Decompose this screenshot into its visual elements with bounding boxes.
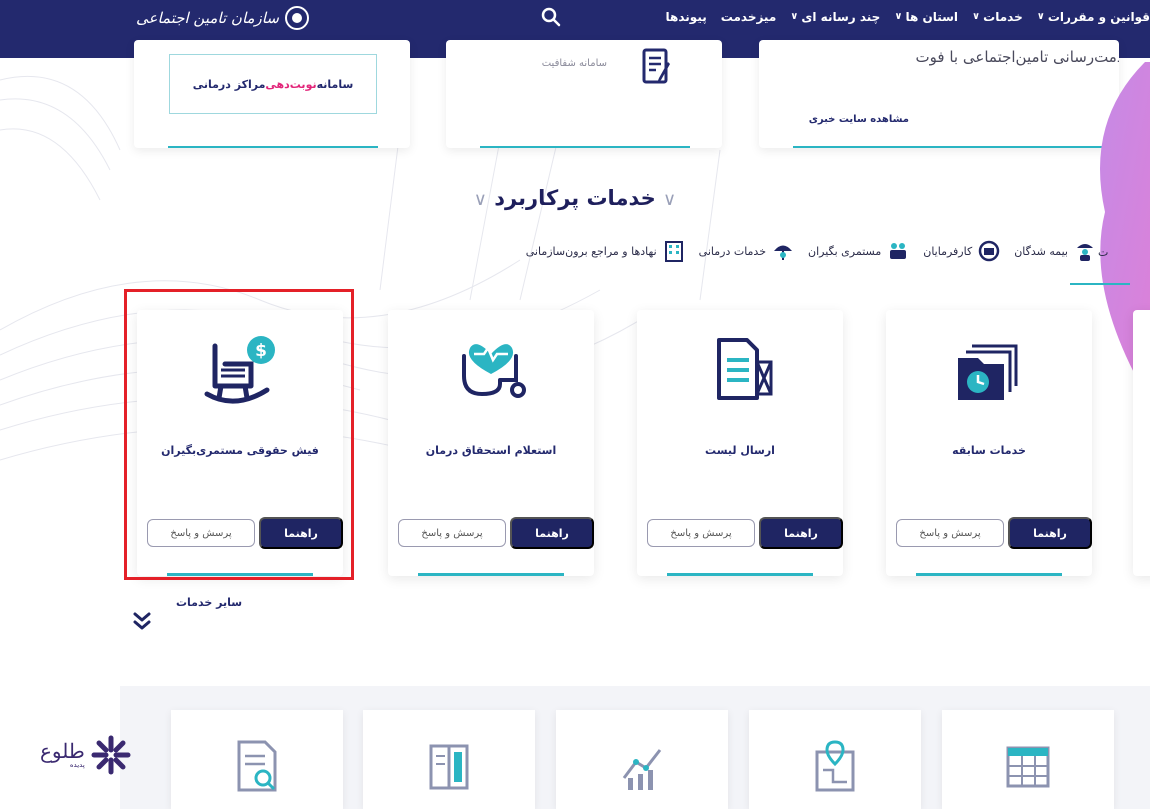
watermark-text: طلوع <box>40 739 85 763</box>
transparency-card[interactable]: سامانه شفافیت <box>446 40 722 148</box>
guide-button[interactable]: راهنما <box>759 517 843 549</box>
document-envelope-icon <box>717 338 773 400</box>
guide-button[interactable]: راهنما <box>1008 517 1092 549</box>
section-title: ∨ خدمات پرکاربرد ∨ <box>473 186 677 210</box>
bottom-card-book[interactable] <box>363 710 535 809</box>
site-logo[interactable]: سازمان تامین اجتماعی <box>136 6 309 30</box>
faq-button[interactable]: پرسش و پاسخ <box>398 519 506 547</box>
card-underline <box>168 146 378 148</box>
transparency-label: سامانه شفافیت <box>541 58 607 69</box>
tab-insured[interactable]: بیمه شدگان <box>1014 240 1096 262</box>
document-search-icon <box>237 740 277 792</box>
bottom-card-map[interactable] <box>749 710 921 809</box>
chevron-down-icon: ∨ <box>790 10 799 22</box>
chevron-down-icon: ∨ <box>473 189 487 210</box>
service-card-partial[interactable] <box>1133 310 1150 576</box>
menu-item-service-desk[interactable]: میزخدمت <box>721 10 777 24</box>
highlight-box <box>124 289 354 580</box>
tab-pensioners[interactable]: مستمری بگیران <box>808 240 909 262</box>
card-underline <box>480 146 690 148</box>
service-title: خدمات سابقه <box>952 444 1026 457</box>
menu-item-multimedia[interactable]: چند رسانه ای ∨ <box>790 10 880 24</box>
card-underline <box>667 573 813 576</box>
chevron-down-icon: ∨ <box>894 10 903 22</box>
tab-external-organizations[interactable]: نهادها و مراجع برون‌سازمانی <box>526 240 685 262</box>
news-site-link[interactable]: مشاهده سایت خبری <box>809 114 909 125</box>
bottom-card-document-search[interactable] <box>171 710 343 809</box>
watermark-logo: طلوع پدیده <box>40 735 131 775</box>
card-underline <box>916 573 1062 576</box>
card-underline <box>793 146 1119 148</box>
bottom-card-calendar[interactable] <box>942 710 1114 809</box>
banner-text-part: سامانه <box>316 77 354 91</box>
service-title: استعلام استحقاق درمان <box>425 444 557 457</box>
menu-item-laws[interactable]: قوانین و مقررات ∨ <box>1037 10 1150 24</box>
stethoscope-heart-icon <box>462 344 526 398</box>
insured-person-icon <box>1077 244 1093 261</box>
main-menu: قوانین و مقررات ∨ خدمات ∨ استان ها ∨ چند رس… <box>666 10 1150 24</box>
active-tab-indicator <box>1070 283 1130 285</box>
search-icon[interactable] <box>540 6 562 28</box>
double-chevron-down-icon[interactable] <box>132 610 152 632</box>
faq-button[interactable]: پرسش و پاسخ <box>647 519 755 547</box>
appointment-card[interactable]: سامانه نوبت‌دهی مراکز درمانی <box>134 40 410 148</box>
chevron-down-icon: ∨ <box>1036 10 1045 22</box>
faq-button[interactable]: پرسش و پاسخ <box>896 519 1004 547</box>
menu-item-services[interactable]: خدمات ∨ <box>972 10 1023 24</box>
tab-medical-services[interactable]: خدمات درمانی <box>699 240 794 262</box>
building-icon <box>664 241 683 262</box>
calendar-table-icon <box>1006 746 1050 788</box>
card-underline <box>418 573 564 576</box>
medical-umbrella-icon <box>774 245 793 260</box>
chart-growth-icon <box>622 749 662 790</box>
map-pin-icon <box>815 740 855 792</box>
service-card-send-list[interactable]: ارسال لیست پرسش و پاسخ راهنما <box>637 310 843 576</box>
other-services-label[interactable]: سایر خدمات <box>176 596 242 609</box>
logo-text: سازمان تامین اجتماعی <box>136 9 279 27</box>
chevron-down-icon: ∨ <box>972 10 981 22</box>
document-edit-icon <box>642 48 670 84</box>
menu-item-provinces[interactable]: استان ها ∨ <box>894 10 958 24</box>
service-card-treatment-eligibility[interactable]: استعلام استحقاق درمان پرسش و پاسخ راهنما <box>388 310 594 576</box>
news-card[interactable]: خدمت‌رسانی تامین‌اجتماعی با فوت مشاهده س… <box>759 40 1119 148</box>
banner-text-highlight: نوبت‌دهی <box>265 77 317 91</box>
starburst-logo-icon <box>91 735 131 775</box>
employer-icon <box>978 240 1000 262</box>
tab-employers[interactable]: کارفرمایان <box>923 240 1000 262</box>
bottom-card-chart[interactable] <box>556 710 728 809</box>
service-card-insurance-record[interactable]: خدمات سابقه پرسش و پاسخ راهنما <box>886 310 1092 576</box>
book-icon <box>429 744 469 790</box>
banner-text-part: مراکز درمانی <box>192 77 266 91</box>
category-tabs: بیمه شدگان کارفرمایان مستمری بگیران خدما… <box>526 240 1096 262</box>
tab-cut-label[interactable]: ت <box>1098 246 1108 259</box>
guide-button[interactable]: راهنما <box>510 517 594 549</box>
folder-clock-icon <box>958 344 1018 400</box>
logo-emblem-icon <box>284 6 309 30</box>
service-title: ارسال لیست <box>705 444 775 457</box>
appointment-system-banner[interactable]: سامانه نوبت‌دهی مراکز درمانی <box>169 54 377 114</box>
chevron-down-icon: ∨ <box>663 189 677 210</box>
pensioner-icon <box>890 243 907 259</box>
menu-item-links[interactable]: پیوندها <box>666 10 707 24</box>
